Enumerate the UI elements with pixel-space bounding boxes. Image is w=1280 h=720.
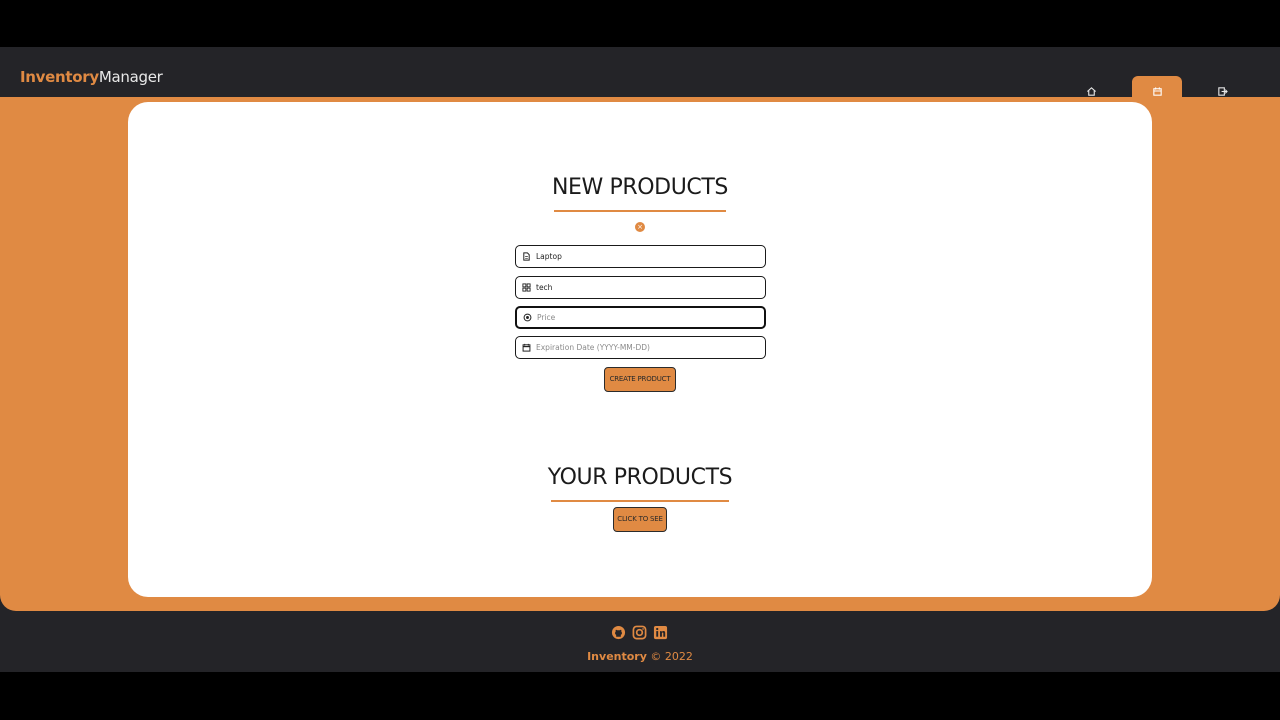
click-to-see-button[interactable]: CLICK TO SEE (613, 507, 667, 532)
title-underline (554, 210, 726, 212)
name-field[interactable] (515, 245, 766, 268)
app-window: InventoryManager NEW PRODUCTS × Laptop t… (0, 47, 1280, 672)
new-products-title: NEW PRODUCTS (552, 175, 728, 200)
create-product-button[interactable]: CREATE PRODUCT (604, 367, 676, 392)
price-input[interactable] (537, 313, 757, 322)
github-icon[interactable] (611, 625, 626, 640)
main-card: NEW PRODUCTS × CREATE PRODUCT YOUR PRODU… (128, 102, 1152, 597)
nav-logout[interactable] (1197, 76, 1247, 98)
brand-logo[interactable]: InventoryManager (20, 68, 163, 86)
your-products-title: YOUR PRODUCTS (547, 465, 733, 490)
name-input[interactable] (536, 252, 756, 261)
expiration-field[interactable] (515, 336, 766, 359)
brand-light: Manager (98, 68, 163, 86)
home-icon (1086, 87, 1096, 96)
social-links (611, 625, 668, 640)
footer-brand: Inventory (587, 650, 647, 663)
nav-products[interactable] (1132, 76, 1182, 98)
logout-icon (1217, 87, 1228, 96)
calendar-icon (522, 343, 531, 352)
document-icon (523, 252, 530, 261)
category-field[interactable] (515, 276, 766, 299)
expiration-input[interactable] (536, 343, 756, 352)
nav-home[interactable] (1066, 76, 1116, 98)
linkedin-icon[interactable] (653, 625, 668, 640)
instagram-icon[interactable] (632, 625, 647, 640)
footer-copyright: Inventory © 2022 (0, 650, 1280, 663)
content-background: NEW PRODUCTS × CREATE PRODUCT YOUR PRODU… (0, 97, 1280, 611)
brand-bold: Inventory (20, 68, 99, 86)
products-icon (1152, 87, 1162, 96)
price-field[interactable] (515, 306, 766, 329)
grid-icon (522, 283, 531, 292)
coin-icon (523, 313, 532, 322)
your-products-underline (551, 500, 729, 502)
footer-year: © 2022 (650, 650, 693, 663)
category-input[interactable] (536, 283, 756, 292)
close-icon[interactable]: × (635, 222, 645, 232)
